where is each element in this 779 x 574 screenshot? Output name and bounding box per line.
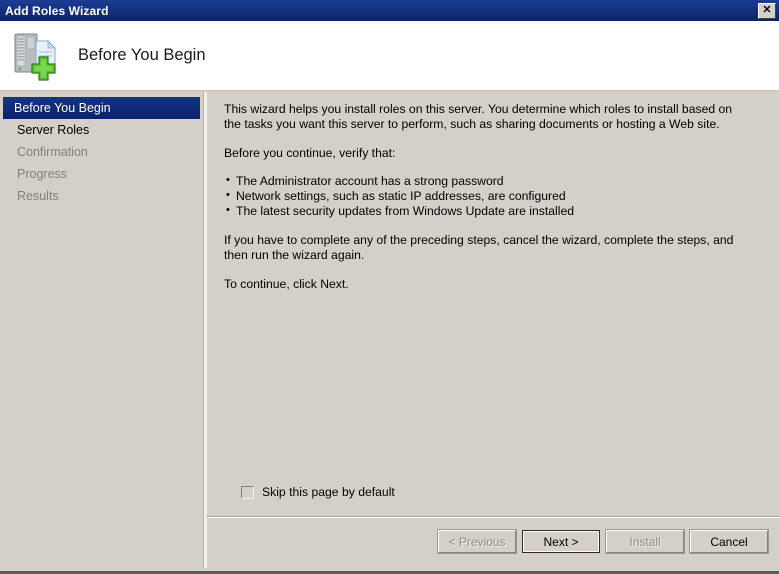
verify-bullet-list: The Administrator account has a strong p… bbox=[224, 174, 767, 219]
sidebar-item-before-you-begin[interactable]: Before You Begin bbox=[3, 97, 200, 119]
verify-heading: Before you continue, verify that: bbox=[224, 146, 751, 161]
window-title: Add Roles Wizard bbox=[0, 4, 109, 18]
continue-note-paragraph: To continue, click Next. bbox=[224, 277, 751, 292]
sidebar-item-results: Results bbox=[3, 185, 200, 207]
sidebar-item-progress: Progress bbox=[3, 163, 200, 185]
install-button[interactable]: Install bbox=[606, 530, 684, 553]
skip-page-checkbox[interactable] bbox=[241, 486, 254, 499]
wizard-content-panel: This wizard helps you install roles on t… bbox=[207, 92, 779, 568]
previous-button[interactable]: < Previous bbox=[438, 530, 516, 553]
close-icon[interactable]: ✕ bbox=[758, 3, 776, 19]
content-body: This wizard helps you install roles on t… bbox=[224, 102, 767, 568]
skip-page-label[interactable]: Skip this page by default bbox=[262, 485, 395, 499]
wizard-step-nav: Before You Begin Server Roles Confirmati… bbox=[0, 92, 203, 568]
title-bar-buttons: ✕ bbox=[758, 3, 779, 19]
list-item: Network settings, such as static IP addr… bbox=[224, 189, 767, 204]
intro-paragraph: This wizard helps you install roles on t… bbox=[224, 102, 751, 132]
server-add-icon bbox=[10, 30, 66, 82]
footer-divider bbox=[207, 516, 779, 518]
wizard-button-bar: < Previous Next > Install Cancel bbox=[438, 530, 768, 553]
cancel-button[interactable]: Cancel bbox=[690, 530, 768, 553]
page-title: Before You Begin bbox=[78, 46, 206, 65]
list-item: The Administrator account has a strong p… bbox=[224, 174, 767, 189]
next-button[interactable]: Next > bbox=[522, 530, 600, 553]
sidebar-item-server-roles[interactable]: Server Roles bbox=[3, 119, 200, 141]
wizard-header: Before You Begin bbox=[0, 21, 779, 91]
sidebar-item-confirmation: Confirmation bbox=[3, 141, 200, 163]
skip-page-row[interactable]: Skip this page by default bbox=[241, 485, 395, 499]
list-item: The latest security updates from Windows… bbox=[224, 204, 767, 219]
title-bar: Add Roles Wizard ✕ bbox=[0, 0, 779, 21]
cancel-note-paragraph: If you have to complete any of the prece… bbox=[224, 233, 751, 263]
add-roles-wizard-window: Add Roles Wizard ✕ bbox=[0, 0, 779, 574]
